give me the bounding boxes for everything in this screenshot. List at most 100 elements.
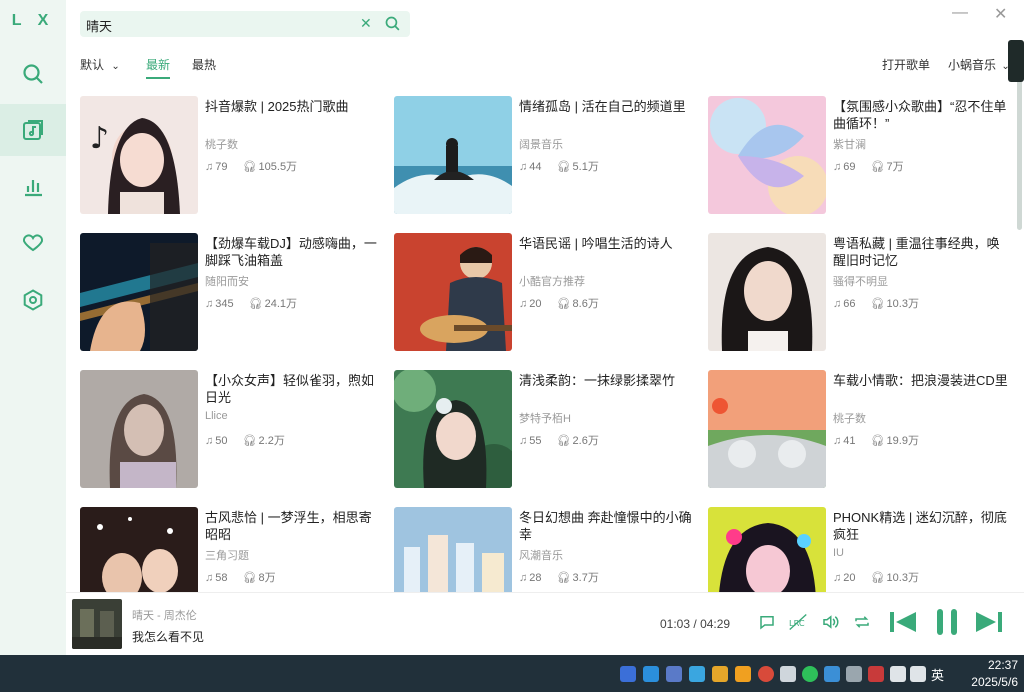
playlist-card[interactable]: 粤语私藏 | 重温往事经典，唤醒旧时记忆 骚得不明显 ♫ 66 🎧︎ 10.3万 [708,233,1008,353]
volume-icon[interactable] [820,613,840,631]
tab-hottest[interactable]: 最热 [192,56,216,73]
playlist-stats: ♫ 66 🎧︎ 10.3万 [833,295,931,311]
song-count: 55 [529,435,542,447]
playlist-card[interactable]: 【小众女声】轻似雀羽，煦如日光 Llice ♫ 50 🎧︎ 2.2万 [80,370,380,490]
heart-icon [22,234,44,252]
playlist-cover: ♪ [80,96,198,214]
app-tray-icon[interactable] [824,666,840,682]
music-note-icon: ♫ [519,298,528,310]
sidebar: L X [0,0,66,655]
song-count: 345 [215,298,234,310]
headphones-icon: 🎧︎ [870,298,885,310]
sidebar-item-search[interactable] [0,48,66,100]
song-count: 20 [843,572,856,584]
play-count: 105.5万 [258,161,298,173]
pause-icon[interactable] [934,607,960,637]
repeat-icon[interactable] [852,613,872,631]
headphones-icon: 🎧︎ [556,298,571,310]
playlist-card[interactable]: 清浅柔韵：一抹绿影揉翠竹 梦特予栢H ♫ 55 🎧︎ 2.6万 [394,370,694,490]
playlist-card[interactable]: 【氛围感小众歌曲】“忍不住单曲循环！” 紫甘澜 ♫ 69 🎧︎ 7万 [708,96,1008,216]
playlist-stats: ♫ 69 🎧︎ 7万 [833,158,916,174]
playlist-card[interactable]: 车载小情歌：把浪漫装进CD里 桃子数 ♫ 41 🎧︎ 19.9万 [708,370,1008,490]
app-tray-icon[interactable] [666,666,682,682]
search-input[interactable]: 晴天 [86,16,112,35]
headphones-icon: 🎧︎ [556,435,571,447]
svg-text:♪: ♪ [90,121,109,156]
close-icon[interactable]: ✕ [360,15,372,32]
lrc-icon[interactable]: LRC [788,613,808,631]
now-playing-lyric: 我怎么看不见 [132,630,205,644]
now-playing-title[interactable]: 晴天 - 周杰伦 [132,607,197,623]
play-count: 7万 [886,161,904,173]
side-tab[interactable] [1008,40,1024,82]
playlist-title: 情绪孤岛 | 活在自己的频道里 [519,99,686,114]
playlist-author: 桃子数 [205,139,238,151]
app-tray-icon[interactable] [689,666,705,682]
folder-icon[interactable] [712,666,728,682]
app-tray-icon[interactable] [846,666,862,682]
playlist-author: 三角习题 [205,550,249,562]
playlist-cover [80,507,198,596]
shield-icon[interactable] [735,666,751,682]
playlist-cover [394,96,512,214]
playlist-cover [80,370,198,488]
playlist-title: 粤语私藏 | 重温往事经典，唤醒旧时记忆 [833,236,1000,268]
app-tray-icon[interactable] [868,666,884,682]
headphones-icon: 🎧︎ [242,161,257,173]
search-icon [23,64,43,84]
open-playlist-button[interactable]: 打开歌单 [882,56,930,73]
sidebar-item-settings[interactable] [0,274,66,326]
playlist-card[interactable]: 古风悲恰 | 一梦浮生，相思寄昭昭 三角习题 ♫ 58 🎧︎ 8万 [80,507,380,596]
music-note-icon: ♫ [833,161,842,173]
play-count: 8.6万 [572,298,599,310]
search-icon[interactable] [384,15,401,37]
hexagon-settings-icon [23,289,43,311]
playlist-stats: ♫ 55 🎧︎ 2.6万 [519,432,611,448]
sidebar-item-songlist[interactable] [0,104,66,156]
playlist-author: Llice [205,410,228,422]
comment-icon[interactable] [758,613,776,631]
playlist-card[interactable]: PHONK精选 | 迷幻沉醉，彻底疯狂 IU ♫ 20 🎧︎ 10.3万 [708,507,1008,596]
app-tray-icon[interactable] [620,666,636,682]
song-count: 79 [215,161,228,173]
tab-newest[interactable]: 最新 [146,56,171,79]
playlist-cover [394,507,512,596]
playlist-stats: ♫ 28 🎧︎ 3.7万 [519,569,611,585]
next-icon[interactable] [974,609,1004,635]
close-button[interactable]: ✕ [994,4,1007,24]
sidebar-item-favorites[interactable] [0,216,66,268]
prev-icon[interactable] [888,609,918,635]
headphones-icon: 🎧︎ [556,161,571,173]
playlist-card[interactable]: 冬日幻想曲 奔赴憧憬中的小确幸 风潮音乐 ♫ 28 🎧︎ 3.7万 [394,507,694,596]
playback-time: 01:03 / 04:29 [660,617,730,631]
playlist-card[interactable]: 情绪孤岛 | 活在自己的频道里 阔景音乐 ♫ 44 🎧︎ 5.1万 [394,96,694,216]
battery-icon[interactable] [890,666,906,682]
clock-time: 22:37 [987,658,1018,672]
play-count: 10.3万 [886,298,919,310]
chevron-down-icon: ⌄ [111,61,120,72]
app-tray-icon[interactable] [780,666,796,682]
playlist-card[interactable]: 【劲爆车载DJ】动感嗨曲，一脚踩飞油箱盖 随阳而安 ♫ 345 🎧︎ 24.1万 [80,233,380,353]
music-note-icon: ♫ [833,298,842,310]
source-dropdown-label: 小蜗音乐 [948,58,997,72]
clock[interactable]: 22:37 2025/5/6 [958,657,1018,691]
sidebar-item-leaderboard[interactable] [0,160,66,212]
playlist-card[interactable]: ♪ 抖音爆款 | 2025热门歌曲 桃子数 ♫ 79 🎧︎ 105.5万 [80,96,380,216]
app-tray-icon[interactable] [643,666,659,682]
playlist-card[interactable]: 华语民谣 | 吟唱生活的诗人 小酷官方推荐 ♫ 20 🎧︎ 8.6万 [394,233,694,353]
minimize-button[interactable]: — [952,4,968,22]
play-count: 3.7万 [572,572,599,584]
now-playing-cover[interactable] [72,599,122,649]
music-note-icon: ♫ [833,572,842,584]
app-tray-icon[interactable] [758,666,774,682]
sort-dropdown[interactable]: 默认 ⌄ [80,56,120,73]
playlist-stats: ♫ 79 🎧︎ 105.5万 [205,158,309,174]
wechat-icon[interactable] [802,666,818,682]
app-logo: L X [11,12,55,29]
playlist-cover [80,233,198,351]
song-count: 69 [843,161,856,173]
playlist-stats: ♫ 345 🎧︎ 24.1万 [205,295,309,311]
volume-icon[interactable] [910,666,926,682]
source-dropdown[interactable]: 小蜗音乐 ⌄ [948,56,1010,73]
input-language[interactable]: 英 [931,665,944,684]
